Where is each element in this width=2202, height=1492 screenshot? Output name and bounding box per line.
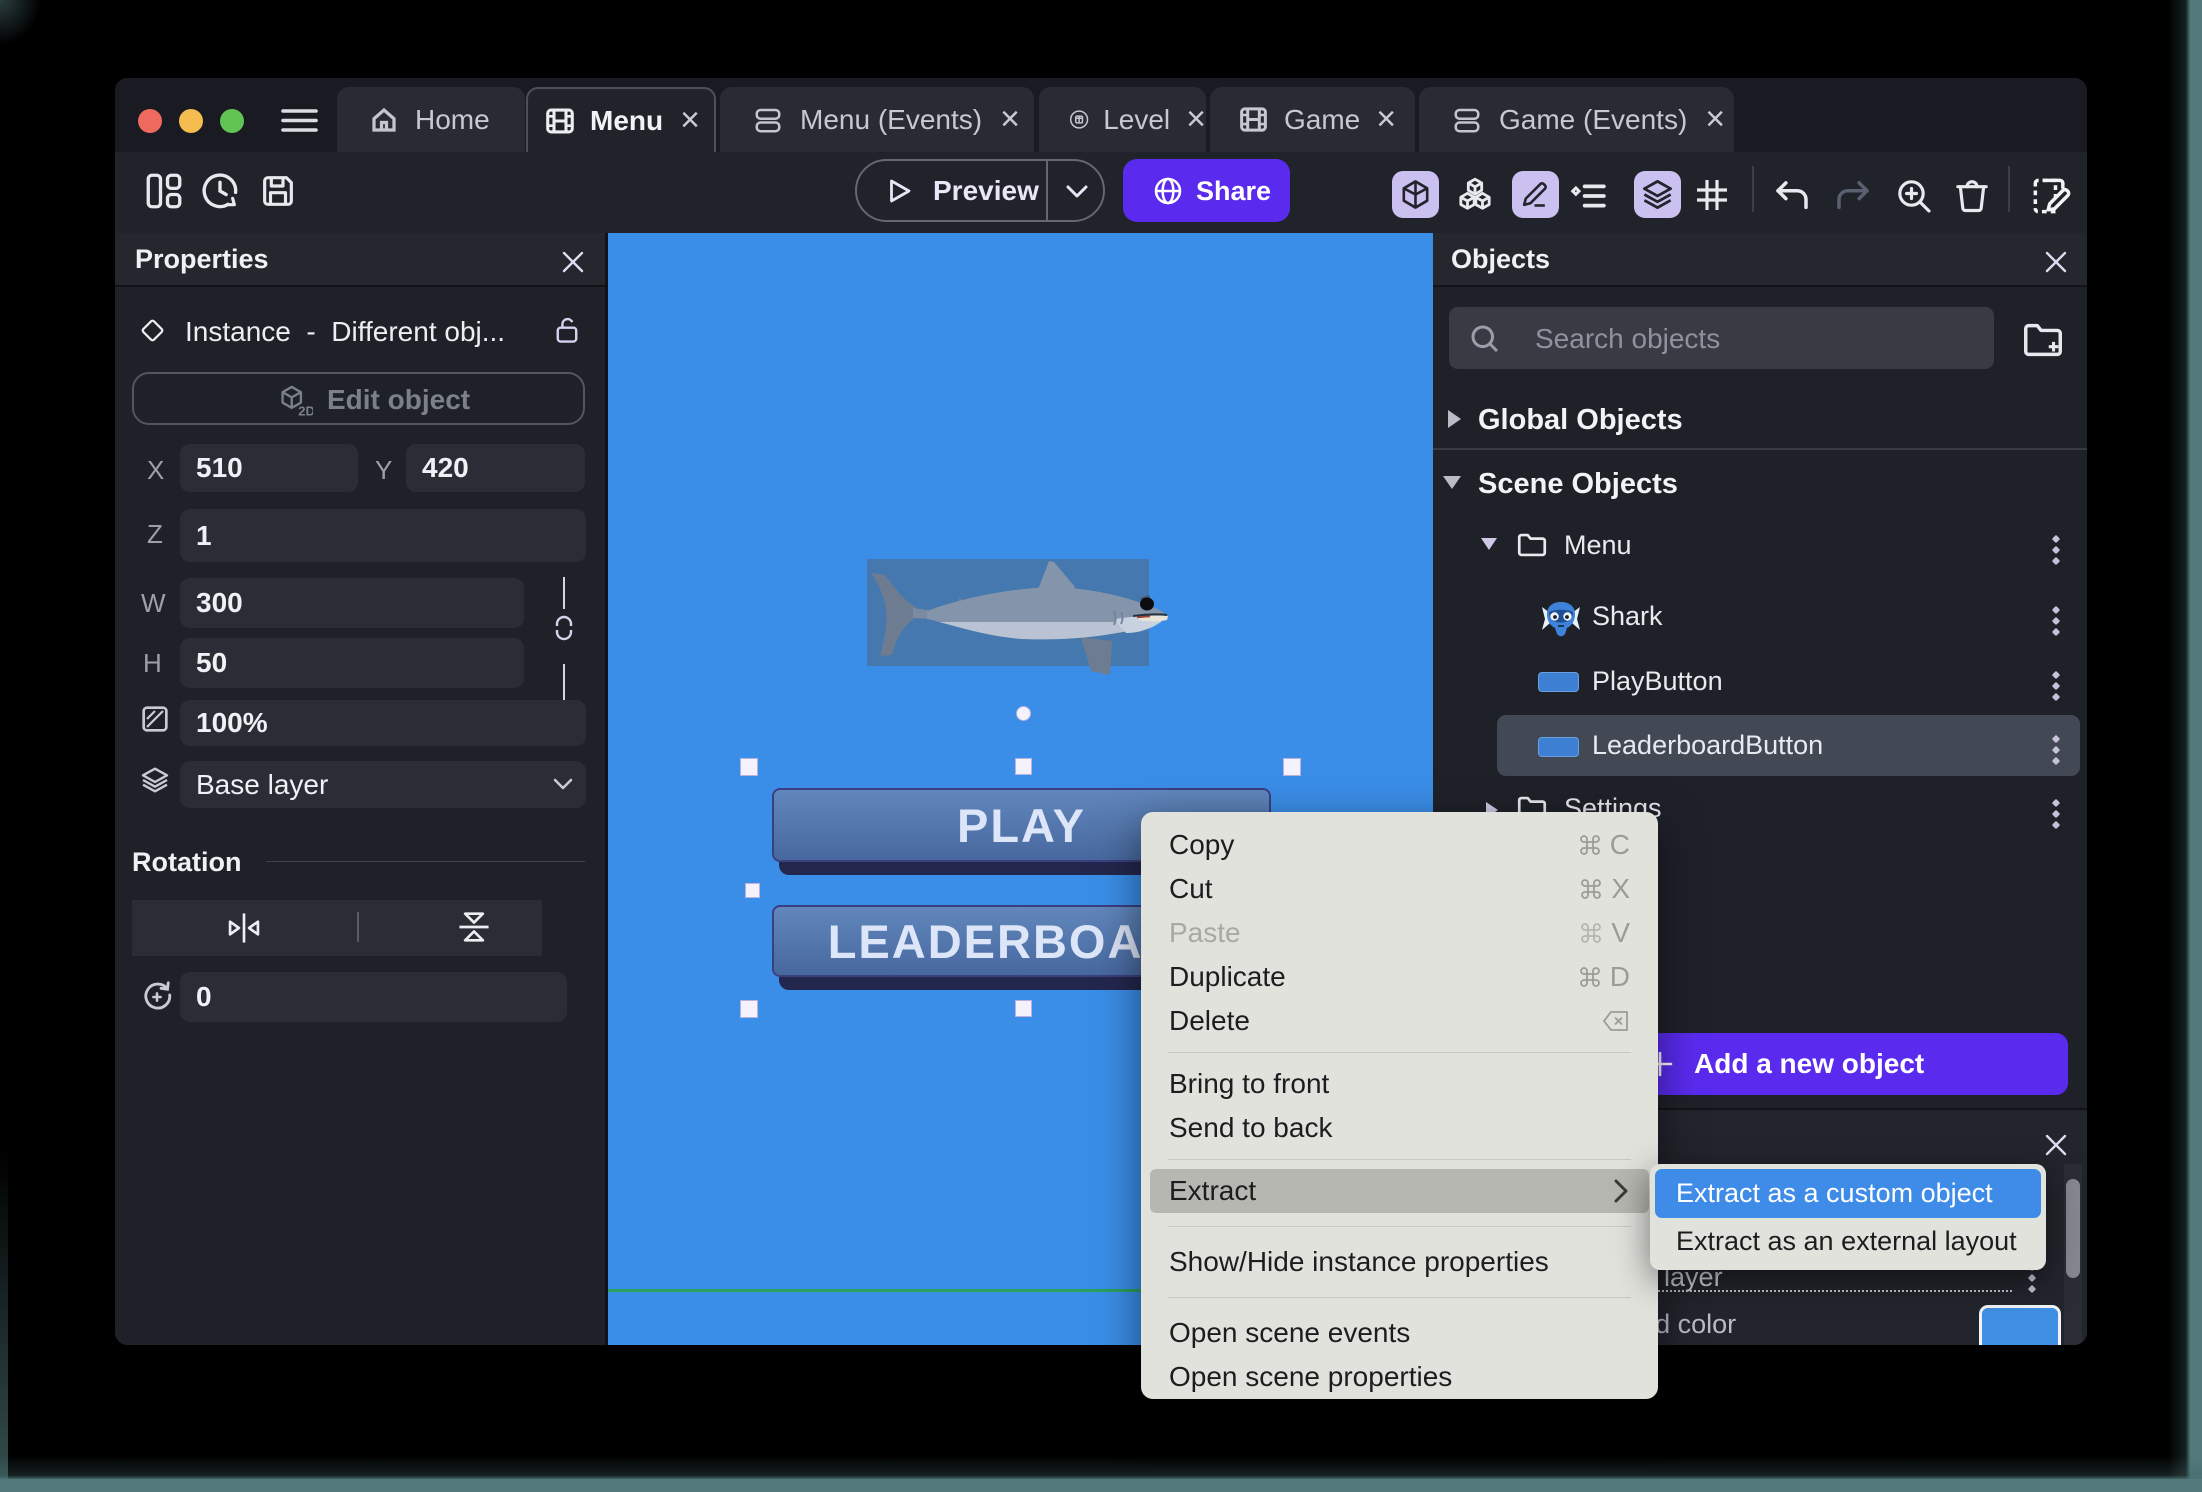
svg-text:2D: 2D xyxy=(298,404,313,417)
